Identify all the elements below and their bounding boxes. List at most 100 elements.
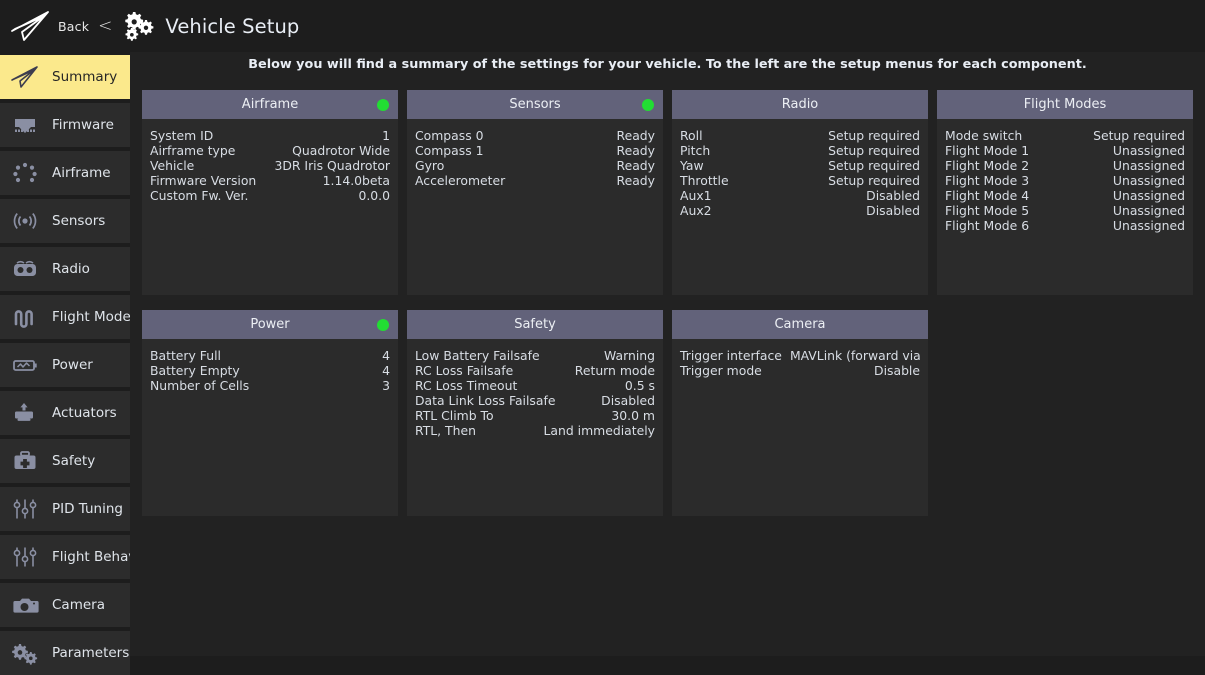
- panel-body: System ID 1 Airframe type Quadrotor Wide Veh…: [142, 119, 398, 295]
- summary-row: Trigger interface MAVLink (forward via MA…: [680, 348, 920, 363]
- sidebar-item-flight-behavior[interactable]: Flight Behavior: [0, 535, 154, 579]
- back-chevron-icon[interactable]: <: [98, 16, 112, 36]
- sidebar-item-pid-tuning[interactable]: PID Tuning: [0, 487, 130, 531]
- summary-row-value: Unassigned: [1112, 143, 1185, 158]
- actuator-motor-icon: [6, 399, 44, 427]
- summary-row-key: Roll: [680, 128, 703, 143]
- sidebar-item-power[interactable]: Power: [0, 343, 130, 387]
- summary-row: Vehicle 3DR Iris Quadrotor: [150, 158, 390, 173]
- summary-row: Yaw Setup required: [680, 158, 920, 173]
- summary-row: RTL Climb To 30.0 m: [415, 408, 655, 423]
- summary-row-value: Unassigned: [1112, 158, 1185, 173]
- summary-row-value: Unassigned: [1112, 173, 1185, 188]
- firmware-download-icon: [6, 111, 44, 139]
- summary-row: Flight Mode 1 Unassigned: [945, 143, 1185, 158]
- summary-row-value: Quadrotor Wide: [292, 143, 390, 158]
- summary-row: Number of Cells 3: [150, 378, 390, 393]
- panel-row-2: Power Battery Full 4 Battery Empty 4 Number o…: [142, 310, 1202, 516]
- summary-row: Accelerometer Ready: [415, 173, 655, 188]
- summary-row: System ID 1: [150, 128, 390, 143]
- summary-row-value: Ready: [616, 128, 655, 143]
- summary-row-key: Data Link Loss Failsafe: [415, 393, 556, 408]
- sidebar-item-sensors[interactable]: Sensors: [0, 199, 130, 243]
- summary-panel-sensors[interactable]: Sensors Compass 0 Ready Compass 1 Ready Gyro R…: [407, 90, 663, 295]
- summary-row-key: Throttle: [680, 173, 729, 188]
- summary-row-key: Aux1: [680, 188, 712, 203]
- summary-panel-camera[interactable]: Camera Trigger interface MAVLink (forward …: [672, 310, 928, 516]
- panel-title: Sensors: [509, 97, 561, 112]
- gears-icon: [6, 639, 44, 667]
- summary-row: RC Loss Failsafe Return mode: [415, 363, 655, 378]
- summary-row-value: Unassigned: [1112, 188, 1185, 203]
- gears-icon: [122, 11, 156, 41]
- summary-row-value: Ready: [616, 158, 655, 173]
- summary-row-value: 3: [382, 378, 390, 393]
- sidebar-item-actuators[interactable]: Actuators: [0, 391, 130, 435]
- panel-body: Mode switch Setup required Flight Mode 1 Un…: [937, 119, 1193, 295]
- summary-row-value: Disabled: [866, 188, 920, 203]
- sidebar-item-safety[interactable]: Safety: [0, 439, 130, 483]
- sidebar-item-firmware[interactable]: Firmware: [0, 103, 130, 147]
- sidebar-item-flight-modes[interactable]: Flight Modes: [0, 295, 138, 339]
- summary-row-key: Mode switch: [945, 128, 1023, 143]
- panel-title: Power: [250, 317, 290, 332]
- summary-row-value: Disabled: [866, 203, 920, 218]
- summary-row: Battery Empty 4: [150, 363, 390, 378]
- panel-row-1: Airframe System ID 1 Airframe type Quadrotor…: [142, 90, 1202, 295]
- summary-panel-airframe[interactable]: Airframe System ID 1 Airframe type Quadrotor…: [142, 90, 398, 295]
- instruction-text: Below you will find a summary of the set…: [248, 57, 1087, 72]
- summary-row-key: RC Loss Failsafe: [415, 363, 514, 378]
- summary-panel-grid: Airframe System ID 1 Airframe type Quadrotor…: [142, 90, 1202, 531]
- battery-icon: [6, 351, 44, 379]
- sidebar-item-camera[interactable]: Camera: [0, 583, 130, 627]
- page-title: Vehicle Setup: [165, 14, 300, 38]
- summary-row-value: Setup required: [828, 173, 920, 188]
- panel-header: Power: [142, 310, 398, 339]
- paper-plane-logo-icon[interactable]: [8, 9, 52, 43]
- sidebar-item-label: Summary: [52, 69, 118, 85]
- summary-row: RTL, Then Land immediately: [415, 423, 655, 438]
- summary-row-key: Flight Mode 6: [945, 218, 1030, 233]
- sidebar-item-label: Safety: [52, 453, 96, 469]
- main-content: Below you will find a summary of the set…: [130, 52, 1205, 656]
- summary-panel-power[interactable]: Power Battery Full 4 Battery Empty 4 Number o…: [142, 310, 398, 516]
- panel-body: Low Battery Failsafe Warning RC Loss Fails…: [407, 339, 663, 516]
- summary-row-key: Gyro: [415, 158, 445, 173]
- summary-row-key: Custom Fw. Ver.: [150, 188, 249, 203]
- sidebar-item-parameters[interactable]: Parameters: [0, 631, 130, 675]
- summary-row: Flight Mode 6 Unassigned: [945, 218, 1185, 233]
- sidebar-item-label: Flight Modes: [52, 309, 138, 325]
- status-badge: [377, 318, 389, 331]
- summary-panel-radio[interactable]: Radio Roll Setup required Pitch Setup requir…: [672, 90, 928, 295]
- summary-row: Aux2 Disabled: [680, 203, 920, 218]
- summary-panel-safety[interactable]: Safety Low Battery Failsafe Warning RC Loss…: [407, 310, 663, 516]
- summary-row-key: Battery Full: [150, 348, 221, 363]
- sidebar-item-summary[interactable]: Summary: [0, 55, 130, 99]
- sliders-icon: [6, 495, 44, 523]
- panel-body: Trigger interface MAVLink (forward via MA…: [672, 339, 928, 516]
- summary-row-key: Trigger mode: [680, 363, 762, 378]
- back-button-label[interactable]: Back: [58, 19, 89, 34]
- summary-row-value: 1.14.0beta: [322, 173, 390, 188]
- summary-row-value: Return mode: [574, 363, 655, 378]
- panel-header: Camera: [672, 310, 928, 339]
- summary-row-key: System ID: [150, 128, 214, 143]
- panel-title: Radio: [781, 97, 819, 112]
- summary-row-key: RC Loss Timeout: [415, 378, 518, 393]
- sidebar-item-radio[interactable]: Radio: [0, 247, 130, 291]
- summary-row: Flight Mode 2 Unassigned: [945, 158, 1185, 173]
- panel-header: Airframe: [142, 90, 398, 119]
- summary-row-value: 0.5 s: [624, 378, 655, 393]
- panel-title: Camera: [774, 317, 826, 332]
- summary-row-value: MAVLink (forward via MAV_...: [789, 348, 920, 363]
- panel-body: Compass 0 Ready Compass 1 Ready Gyro Ready Acc…: [407, 119, 663, 295]
- sidebar-item-airframe[interactable]: Airframe: [0, 151, 130, 195]
- summary-row-value: Land immediately: [543, 423, 655, 438]
- summary-row-value: Warning: [604, 348, 655, 363]
- summary-panel-flight-modes[interactable]: Flight Modes Mode switch Setup required Fli…: [937, 90, 1193, 295]
- summary-row-key: Compass 1: [415, 143, 484, 158]
- camera-icon: [6, 591, 44, 619]
- panel-header: Flight Modes: [937, 90, 1193, 119]
- panel-title: Flight Modes: [1023, 97, 1107, 112]
- summary-row-value: Ready: [616, 143, 655, 158]
